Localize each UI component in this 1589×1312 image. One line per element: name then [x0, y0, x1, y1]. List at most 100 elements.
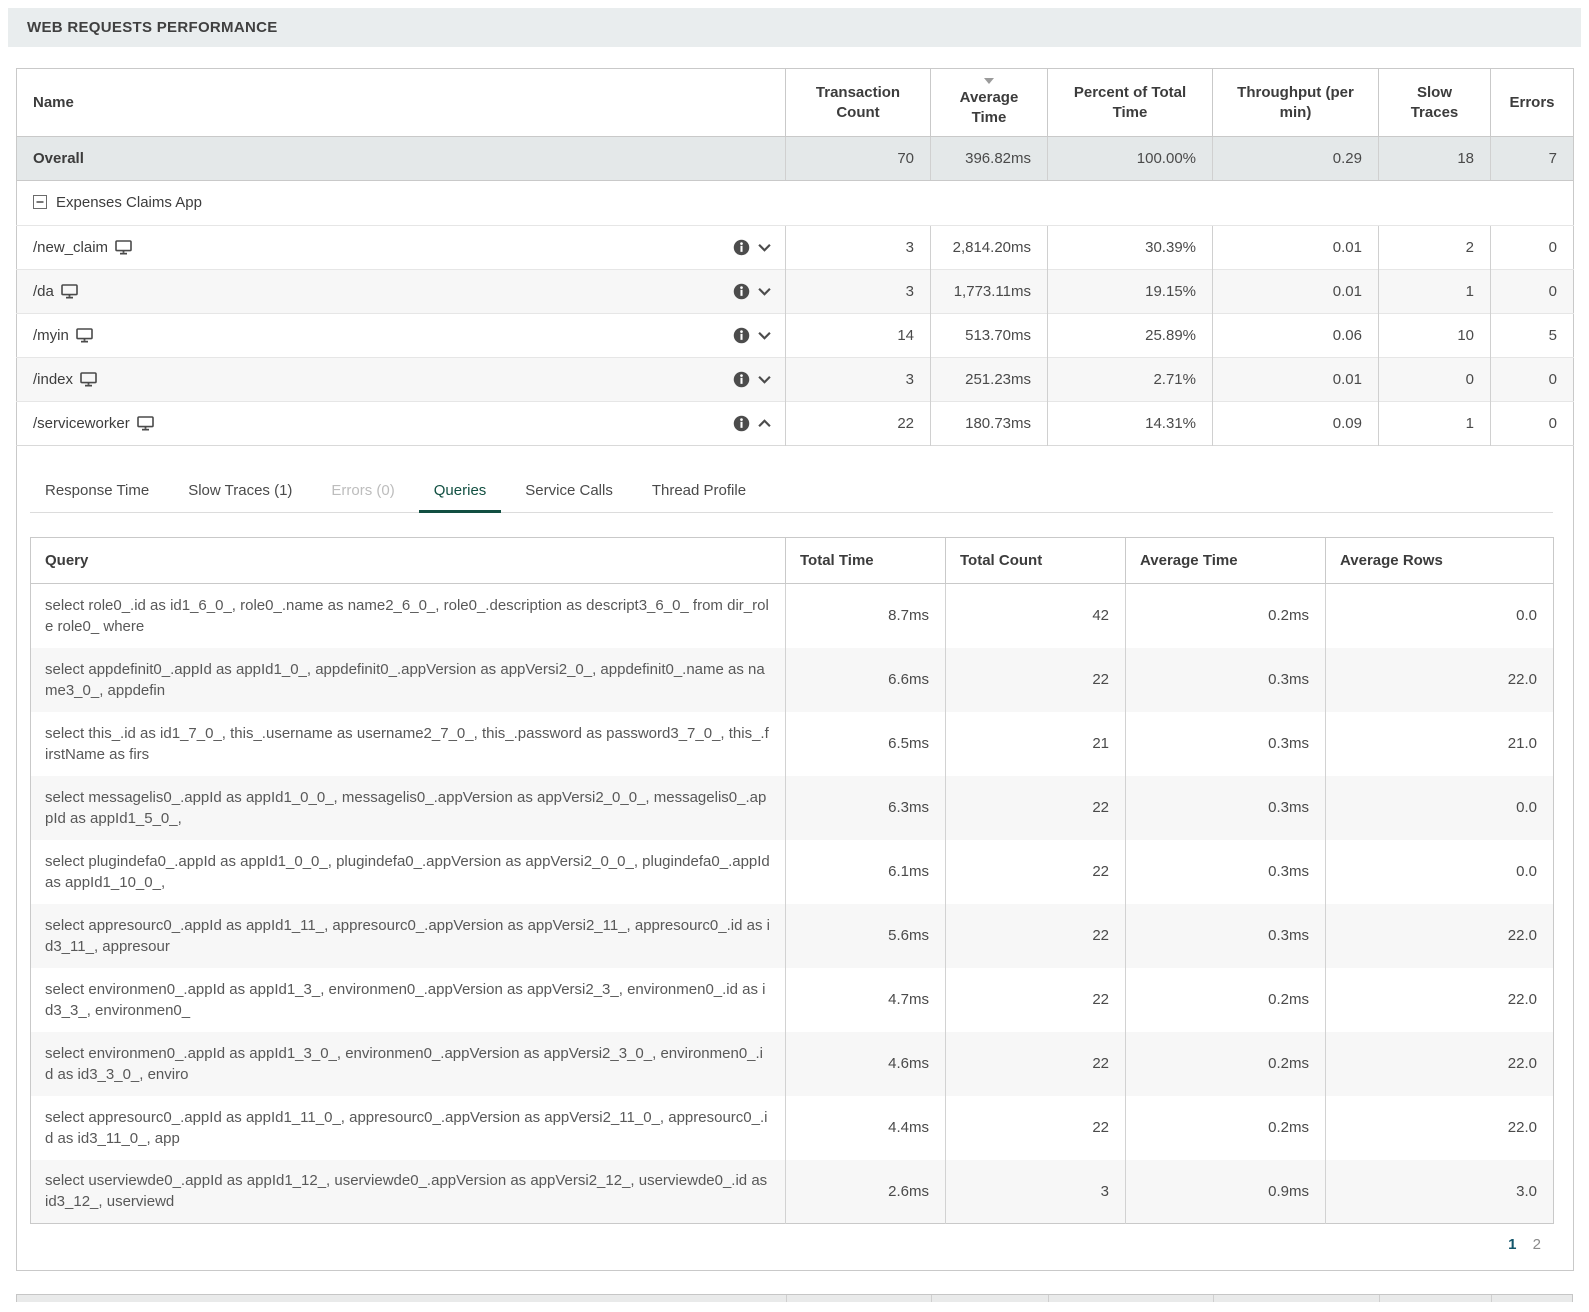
- column-header-total-time[interactable]: Total Time: [786, 538, 946, 584]
- cell-average-rows: 0.0: [1326, 776, 1554, 840]
- cell-average-time: 396.82ms: [931, 137, 1048, 181]
- cell-average-time: 0.2ms: [1126, 1032, 1326, 1096]
- transaction-name[interactable]: /index: [33, 371, 73, 388]
- cell-throughput: 0.01: [1213, 226, 1379, 270]
- monitor-icon: [61, 284, 78, 299]
- cell-total-count: 22: [946, 648, 1126, 712]
- cell-average-time: 0.2ms: [1126, 584, 1326, 648]
- transaction-name[interactable]: /da: [33, 283, 54, 300]
- info-icon[interactable]: [733, 371, 750, 388]
- table-row: /index 3 251.23ms 2.71% 0.01 0 0: [17, 358, 1574, 402]
- overall-label: Overall: [17, 137, 786, 181]
- info-icon[interactable]: [733, 239, 750, 256]
- cell-percent-of-total-time: 14.31%: [1048, 402, 1213, 446]
- cell-total-count: 21: [946, 712, 1126, 776]
- cell-average-time: 0.3ms: [1126, 776, 1326, 840]
- transaction-detail-panel: Response Time Slow Traces (1) Errors (0)…: [17, 446, 1574, 1271]
- cell-errors: 0: [1491, 402, 1574, 446]
- chevron-down-icon[interactable]: [758, 331, 771, 340]
- transaction-name[interactable]: /new_claim: [33, 239, 108, 256]
- cell-average-rows: 22.0: [1326, 904, 1554, 968]
- cell-average-rows: 0.0: [1326, 584, 1554, 648]
- cell-average-rows: 22.0: [1326, 1096, 1554, 1160]
- overall-row: Overall 70 396.82ms 100.00% 0.29 18 7: [17, 137, 1574, 181]
- next-table-cutoff: [16, 1294, 1573, 1302]
- column-header-average-time[interactable]: Average Time: [1126, 538, 1326, 584]
- column-header-query[interactable]: Query: [31, 538, 786, 584]
- chevron-down-icon[interactable]: [758, 287, 771, 296]
- pagination: 1 2: [30, 1236, 1553, 1253]
- cell-average-time: 0.9ms: [1126, 1160, 1326, 1224]
- table-row: /new_claim 3 2,814.20ms 30.39% 0.01 2 0: [17, 226, 1574, 270]
- page-1[interactable]: 1: [1508, 1236, 1516, 1253]
- cell-percent-of-total-time: 19.15%: [1048, 270, 1213, 314]
- transaction-name[interactable]: /serviceworker: [33, 415, 130, 432]
- cell-total-time: 4.7ms: [786, 968, 946, 1032]
- cell-average-time: 1,773.11ms: [931, 270, 1048, 314]
- cell-average-time: 0.3ms: [1126, 904, 1326, 968]
- tab-service-calls[interactable]: Service Calls: [510, 473, 628, 513]
- cell-total-count: 22: [946, 840, 1126, 904]
- cell-average-time: 180.73ms: [931, 402, 1048, 446]
- cell-total-time: 6.5ms: [786, 712, 946, 776]
- chevron-down-icon[interactable]: [758, 375, 771, 384]
- collapse-icon[interactable]: [33, 195, 47, 213]
- queries-table: Query Total Time Total Count Average Tim…: [30, 537, 1554, 1224]
- cell-average-rows: 22.0: [1326, 968, 1554, 1032]
- column-header-percent-of-total-time[interactable]: Percent of Total Time: [1048, 69, 1213, 137]
- cell-total-count: 22: [946, 776, 1126, 840]
- column-header-slow-traces[interactable]: Slow Traces: [1379, 69, 1491, 137]
- tab-queries[interactable]: Queries: [419, 473, 502, 513]
- column-header-total-count[interactable]: Total Count: [946, 538, 1126, 584]
- monitor-icon: [76, 328, 93, 343]
- column-header-average-rows[interactable]: Average Rows: [1326, 538, 1554, 584]
- cell-transaction-count: 3: [786, 226, 931, 270]
- queries-header-row: Query Total Time Total Count Average Tim…: [31, 538, 1554, 584]
- query-text: select environmen0_.appId as appId1_3_, …: [31, 968, 786, 1032]
- query-text: select messagelis0_.appId as appId1_0_0_…: [31, 776, 786, 840]
- monitor-icon: [115, 240, 132, 255]
- query-row: select environmen0_.appId as appId1_3_0_…: [31, 1032, 1554, 1096]
- tab-slow-traces[interactable]: Slow Traces (1): [173, 473, 307, 513]
- cell-average-time: 0.3ms: [1126, 648, 1326, 712]
- query-text: select environmen0_.appId as appId1_3_0_…: [31, 1032, 786, 1096]
- cell-errors: 0: [1491, 270, 1574, 314]
- column-header-average-time[interactable]: Average Time: [931, 69, 1048, 137]
- transaction-name[interactable]: /myin: [33, 327, 69, 344]
- cell-percent-of-total-time: 2.71%: [1048, 358, 1213, 402]
- column-header-throughput[interactable]: Throughput (per min): [1213, 69, 1379, 137]
- info-icon[interactable]: [733, 327, 750, 344]
- info-icon[interactable]: [733, 283, 750, 300]
- chevron-down-icon[interactable]: [758, 243, 771, 252]
- cell-average-time: 0.3ms: [1126, 712, 1326, 776]
- monitor-icon: [137, 416, 154, 431]
- query-row: select appresourc0_.appId as appId1_11_0…: [31, 1096, 1554, 1160]
- tab-response-time[interactable]: Response Time: [30, 473, 164, 513]
- column-header-errors[interactable]: Errors: [1491, 69, 1574, 137]
- column-header-name[interactable]: Name: [17, 69, 786, 137]
- cell-average-time: 0.2ms: [1126, 1096, 1326, 1160]
- query-text: select plugindefa0_.appId as appId1_0_0_…: [31, 840, 786, 904]
- table-row-expanded: /serviceworker 22 180.73ms 14.31% 0.09 1…: [17, 402, 1574, 446]
- query-row: select role0_.id as id1_6_0_, role0_.nam…: [31, 584, 1554, 648]
- cell-average-time: 2,814.20ms: [931, 226, 1048, 270]
- table-row: /myin 14 513.70ms 25.89% 0.06 10 5: [17, 314, 1574, 358]
- info-icon[interactable]: [733, 415, 750, 432]
- tab-errors: Errors (0): [316, 473, 409, 513]
- cell-total-count: 22: [946, 904, 1126, 968]
- web-requests-table: Name Transaction Count Average Time Perc…: [16, 68, 1574, 1271]
- tab-thread-profile[interactable]: Thread Profile: [637, 473, 761, 513]
- query-text: select appdefinit0_.appId as appId1_0_, …: [31, 648, 786, 712]
- column-header-transaction-count[interactable]: Transaction Count: [786, 69, 931, 137]
- chevron-up-icon[interactable]: [758, 419, 771, 428]
- cell-transaction-count: 3: [786, 270, 931, 314]
- cell-throughput: 0.01: [1213, 358, 1379, 402]
- cell-slow-traces: 0: [1379, 358, 1491, 402]
- query-row: select plugindefa0_.appId as appId1_0_0_…: [31, 840, 1554, 904]
- cell-slow-traces: 18: [1379, 137, 1491, 181]
- cell-total-count: 22: [946, 1096, 1126, 1160]
- cell-errors: 7: [1491, 137, 1574, 181]
- detail-tabs: Response Time Slow Traces (1) Errors (0)…: [30, 473, 1553, 513]
- cell-total-time: 6.1ms: [786, 840, 946, 904]
- page-2[interactable]: 2: [1533, 1236, 1541, 1253]
